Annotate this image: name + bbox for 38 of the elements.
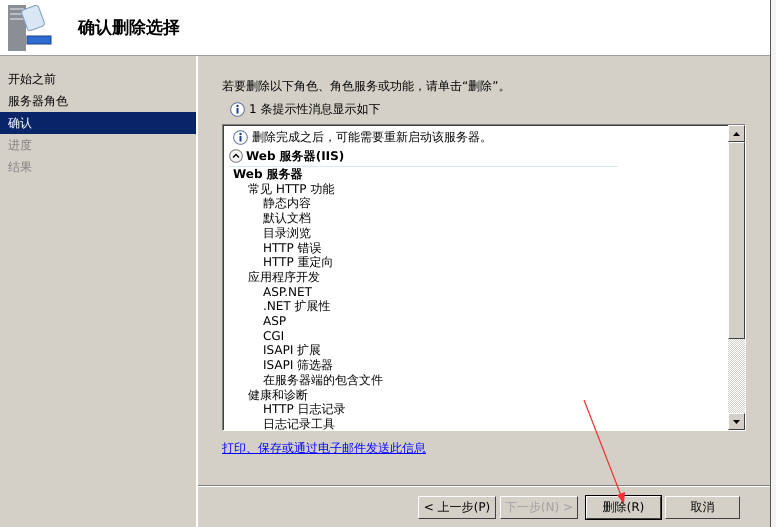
info-icon xyxy=(233,130,248,144)
collapse-icon[interactable] xyxy=(229,149,243,163)
tree-item: HTTP 重定向 xyxy=(262,255,335,270)
tree-item: 默认文档 xyxy=(262,211,312,226)
tree-item: .NET 扩展性 xyxy=(262,299,332,314)
scroll-down-icon[interactable] xyxy=(733,420,740,424)
tree-item: ASP.NET xyxy=(262,284,313,300)
tree-item: 常见 HTTP 功能 xyxy=(247,182,336,196)
instruction-text: 若要删除以下角色、角色服务或功能，请单击“删除”。 xyxy=(222,78,512,95)
tree-item: 静态内容 xyxy=(262,196,312,212)
nav-item[interactable]: 确认 xyxy=(0,112,196,134)
tree-item: CGI xyxy=(262,328,286,344)
notice-text: 删除完成之后，可能需要重新启动该服务器。 xyxy=(252,128,492,146)
email-link[interactable]: 打印、保存或通过电子邮件发送此信息 xyxy=(222,440,426,457)
nav-item[interactable]: 服务器角色 xyxy=(0,90,196,112)
section-title: Web 服务器(IIS) xyxy=(246,148,344,164)
tree-item: HTTP 日志记录 xyxy=(262,402,347,417)
scroll-thumb[interactable] xyxy=(728,142,745,339)
tree-item: 应用程序开发 xyxy=(247,270,321,285)
dialog-title: 确认删除选择 xyxy=(78,17,180,39)
tree-item: 健康和诊断 xyxy=(247,388,309,402)
tree-item: 在服务器端的包含文件 xyxy=(262,372,384,388)
wizard-button[interactable]: < 上一步(P) xyxy=(418,496,496,518)
server-icon xyxy=(6,4,52,50)
wizard-button[interactable]: 取消 xyxy=(665,496,740,518)
tree-item: ISAPI 扩展 xyxy=(262,343,322,358)
tree-item: HTTP 错误 xyxy=(262,240,323,256)
tree-item: 目录浏览 xyxy=(262,226,312,241)
scrollbar[interactable] xyxy=(728,125,745,430)
delete-button[interactable]: 删除(R) xyxy=(586,496,661,518)
info-summary: 1 条提示性消息显示如下 xyxy=(249,101,380,118)
tree-item: 日志记录工具 xyxy=(262,416,336,430)
tree-item: ISAPI 筛选器 xyxy=(262,358,334,373)
nav-item[interactable]: 开始之前 xyxy=(0,68,196,90)
tree-item: Web 服务器 xyxy=(232,167,304,182)
tree-item: ASP xyxy=(262,314,288,329)
info-icon xyxy=(230,102,245,117)
scroll-up-icon[interactable] xyxy=(733,132,740,136)
